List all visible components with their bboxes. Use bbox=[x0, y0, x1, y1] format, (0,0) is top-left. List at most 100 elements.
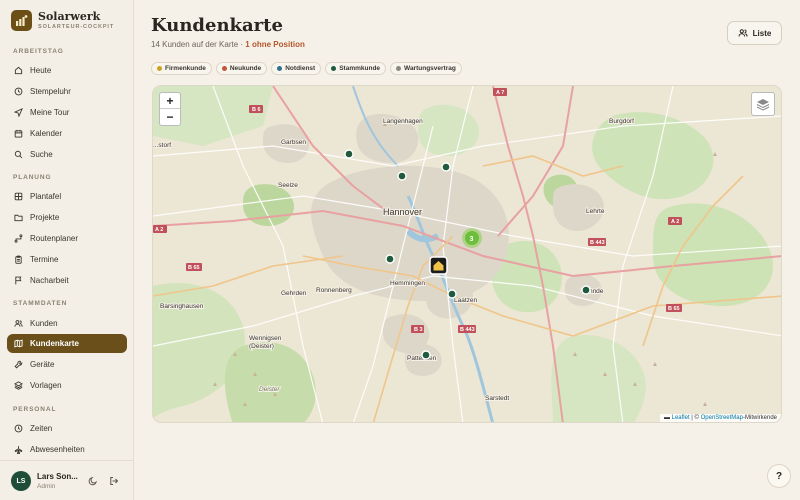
sidebar-item-abwesenheiten[interactable]: Abwesenheiten bbox=[7, 440, 127, 459]
place-label-langenhagen: Langenhagen bbox=[383, 118, 423, 125]
grid-icon bbox=[14, 192, 23, 201]
sidebar-item-heute[interactable]: Heute bbox=[7, 61, 127, 80]
legend-chip-notdienst[interactable]: Notdienst bbox=[271, 62, 322, 75]
zoom-out-button[interactable]: − bbox=[160, 109, 180, 125]
road-label-b6: B 6 bbox=[252, 107, 261, 113]
missing-position-warning[interactable]: 1 ohne Position bbox=[245, 40, 305, 49]
sidebar-item-geraete[interactable]: Geräte bbox=[7, 355, 127, 374]
zoom-in-button[interactable]: + bbox=[160, 93, 180, 109]
home-base-marker[interactable] bbox=[429, 256, 448, 275]
clock-icon bbox=[14, 424, 23, 433]
sidebar-item-meine-tour[interactable]: Meine Tour bbox=[7, 103, 127, 122]
sidebar-item-routenplaner[interactable]: Routenplaner bbox=[7, 229, 127, 248]
osm-link[interactable]: OpenStreetMap bbox=[701, 415, 743, 421]
sidebar-item-suche[interactable]: Suche bbox=[7, 145, 127, 164]
sidebar-item-label: Kundenkarte bbox=[30, 339, 79, 348]
road-label-a7: A 7 bbox=[496, 90, 504, 96]
place-label-garbsen: Garbsen bbox=[281, 139, 306, 146]
wrench-icon bbox=[14, 360, 23, 369]
sidebar-item-plantafel[interactable]: Plantafel bbox=[7, 187, 127, 206]
road-label-a2-west: A 2 bbox=[155, 227, 163, 233]
avatar[interactable]: LS bbox=[11, 471, 31, 491]
sidebar-item-label: Routenplaner bbox=[30, 234, 79, 243]
logout-icon[interactable] bbox=[109, 476, 119, 486]
sidebar-item-kundenkarte[interactable]: Kundenkarte bbox=[7, 334, 127, 353]
legend-dot bbox=[331, 66, 337, 71]
sidebar-item-label: Heute bbox=[30, 66, 52, 75]
page-title: Kundenkarte bbox=[151, 15, 283, 36]
page-subtitle: 14 Kunden auf der Karte · 1 ohne Positio… bbox=[151, 40, 305, 49]
place-label-seelze: Seelze bbox=[278, 182, 298, 189]
plane-icon bbox=[14, 446, 23, 454]
map-icon bbox=[14, 339, 23, 348]
marker-cluster[interactable]: 3 bbox=[462, 228, 482, 248]
place-label-laatzen: Laatzen bbox=[454, 297, 478, 304]
place-label-hannover: Hannover bbox=[383, 207, 422, 217]
attribution-separator: | © bbox=[689, 415, 701, 421]
customer-marker[interactable] bbox=[385, 254, 395, 264]
sidebar-item-kunden[interactable]: Kunden bbox=[7, 314, 127, 333]
legend-chip-neukunde[interactable]: Neukunde bbox=[215, 62, 268, 75]
customer-marker[interactable] bbox=[344, 149, 354, 159]
sidebar: Solarwerk SOLARTEUR-COCKPIT ARBEITSTAG H… bbox=[0, 0, 134, 500]
place-label-deister: Deister bbox=[259, 386, 280, 393]
legend-chip-firmenkunde[interactable]: Firmenkunde bbox=[151, 62, 212, 75]
map-attribution: ▬ Leaflet | © OpenStreetMap-Mitwirkende bbox=[659, 414, 781, 422]
section-label-stammdaten: STAMMDATEN bbox=[13, 300, 68, 307]
section-label-arbeitstag: ARBEITSTAG bbox=[13, 48, 64, 55]
place-label-hemmingen: Hemmingen bbox=[390, 280, 425, 287]
place-label-sarstedt: Sarstedt bbox=[485, 395, 509, 402]
road-label-b65-west: B 65 bbox=[188, 265, 200, 271]
section-label-personal: PERSONAL bbox=[13, 406, 57, 413]
sidebar-item-stempeluhr[interactable]: Stempeluhr bbox=[7, 82, 127, 101]
sidebar-item-projekte[interactable]: Projekte bbox=[7, 208, 127, 227]
solar-logo-icon bbox=[11, 10, 32, 31]
customer-marker[interactable] bbox=[397, 171, 407, 181]
sidebar-item-kalender[interactable]: Kalender bbox=[7, 124, 127, 143]
attribution-suffix: -Mitwirkende bbox=[742, 415, 777, 421]
help-button[interactable]: ? bbox=[767, 464, 791, 488]
sidebar-item-label: Zeiten bbox=[30, 424, 53, 433]
layers-button[interactable] bbox=[751, 92, 775, 116]
section-label-planung: PLANUNG bbox=[13, 174, 52, 181]
folder-icon bbox=[14, 214, 23, 222]
legend-chip-stammkunde[interactable]: Stammkunde bbox=[325, 62, 387, 75]
sidebar-item-nacharbeit[interactable]: Nacharbeit bbox=[7, 271, 127, 290]
customer-marker[interactable] bbox=[421, 350, 431, 360]
brand[interactable]: Solarwerk SOLARTEUR-COCKPIT bbox=[11, 10, 114, 31]
legend-chip-wartungsvertrag[interactable]: Wartungsvertrag bbox=[390, 62, 462, 75]
place-label-burgdorf: Burgdorf bbox=[609, 118, 634, 125]
route-icon bbox=[14, 234, 23, 243]
leaflet-link[interactable]: Leaflet bbox=[672, 415, 690, 421]
sidebar-item-label: Kalender bbox=[30, 129, 63, 138]
list-view-button[interactable]: Liste bbox=[727, 21, 782, 45]
customer-marker[interactable] bbox=[441, 162, 451, 172]
customer-map[interactable]: A 7 A 2 A 2 B 6 B 65 B 65 B 443 B 443 B … bbox=[152, 85, 782, 423]
customer-marker[interactable] bbox=[581, 285, 591, 295]
sidebar-item-label: Geräte bbox=[30, 360, 55, 369]
clipboard-icon bbox=[15, 255, 22, 264]
moon-icon[interactable] bbox=[88, 476, 98, 486]
road-label-b443-south: B 443 bbox=[460, 327, 475, 333]
sidebar-item-label: Projekte bbox=[30, 213, 60, 222]
place-label-barsinghausen: Barsinghausen bbox=[160, 303, 204, 310]
brand-title: Solarwerk bbox=[38, 10, 101, 23]
sidebar-item-label: Plantafel bbox=[30, 192, 62, 201]
sidebar-item-label: Abwesenheiten bbox=[30, 445, 85, 454]
navigation-icon bbox=[14, 108, 23, 117]
sidebar-item-vorlagen[interactable]: Vorlagen bbox=[7, 376, 127, 395]
sidebar-item-zeiten[interactable]: Zeiten bbox=[7, 419, 127, 438]
sidebar-item-label: Suche bbox=[30, 150, 53, 159]
sidebar-item-label: Meine Tour bbox=[30, 108, 70, 117]
layers-icon bbox=[14, 381, 23, 390]
cluster-count: 3 bbox=[470, 236, 474, 243]
map-tiles[interactable]: A 7 A 2 A 2 B 6 B 65 B 65 B 443 B 443 B … bbox=[153, 86, 782, 423]
sidebar-item-label: Kunden bbox=[30, 319, 58, 328]
sidebar-item-termine[interactable]: Termine bbox=[7, 250, 127, 269]
customer-marker[interactable] bbox=[447, 289, 457, 299]
road-label-b65-east: B 65 bbox=[668, 306, 680, 312]
legend-dot bbox=[221, 66, 227, 71]
place-label-wunstorf: ...storf bbox=[153, 142, 171, 149]
road-label-b443-east: B 443 bbox=[590, 240, 605, 246]
list-view-label: Liste bbox=[752, 28, 772, 38]
